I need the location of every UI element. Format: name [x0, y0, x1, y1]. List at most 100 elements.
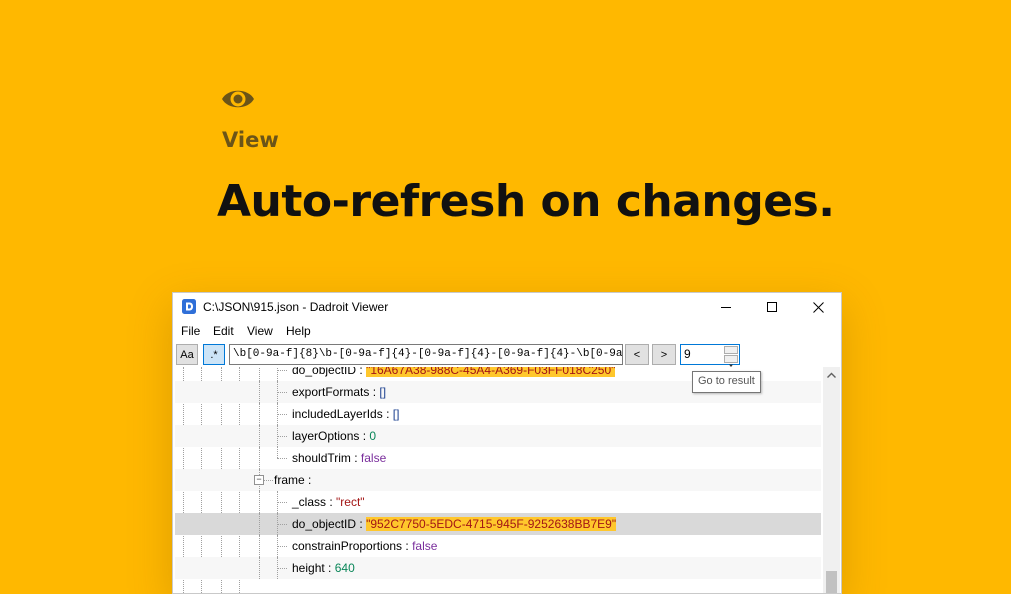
- node-value: []: [379, 385, 387, 399]
- decrement-button[interactable]: [724, 355, 738, 367]
- tree-row-selected[interactable]: do_objectID : "952C7750-5EDC-4715-945F-9…: [175, 513, 821, 535]
- tree-branch: [277, 524, 287, 525]
- maximize-icon: [767, 302, 777, 312]
- node-value: 640: [334, 561, 355, 575]
- tree-node: do_objectID : "952C7750-5EDC-4715-945F-9…: [292, 517, 617, 531]
- close-icon: [812, 301, 824, 313]
- scroll-up-icon[interactable]: [823, 367, 840, 384]
- minimize-button[interactable]: [703, 293, 749, 321]
- tree-branch: [259, 403, 260, 425]
- tree-branch: [259, 447, 260, 469]
- node-key: do_objectID: [292, 367, 357, 377]
- maximize-button[interactable]: [749, 293, 795, 321]
- tree-branch: [259, 381, 260, 403]
- tree-node: includedLayerIds : []: [292, 407, 399, 421]
- node-key: includedLayerIds: [292, 407, 383, 421]
- node-key: frame: [274, 473, 305, 487]
- search-toolbar: Aa .* \b[0-9a-f]{8}\b-[0-9a-f]{4}-[0-9a-…: [173, 341, 841, 367]
- node-key: layerOptions: [292, 429, 360, 443]
- node-key: exportFormats: [292, 385, 370, 399]
- node-key: do_objectID: [292, 517, 357, 531]
- node-separator: :: [356, 517, 367, 531]
- menu-view[interactable]: View: [247, 324, 273, 338]
- tree-row[interactable]: constrainProportions : false: [175, 535, 821, 557]
- minimize-icon: [721, 307, 731, 308]
- tree-node: frame :: [274, 473, 311, 487]
- tree-node: shouldTrim : false: [292, 451, 386, 465]
- tooltip: Go to result: [692, 371, 761, 393]
- tree-branch: [259, 513, 260, 535]
- tree-branch: [259, 425, 260, 447]
- node-separator: :: [326, 495, 337, 509]
- vertical-scrollbar[interactable]: [823, 367, 840, 593]
- tree-branch: [259, 491, 260, 513]
- tree-branch: [277, 447, 278, 458]
- scrollbar-thumb[interactable]: [826, 571, 837, 593]
- menu-help[interactable]: Help: [286, 324, 311, 338]
- result-number-value: 9: [684, 347, 691, 361]
- tree-row[interactable]: height : 640: [175, 557, 821, 579]
- node-value: false: [360, 451, 387, 465]
- result-number-input[interactable]: 9: [680, 344, 740, 367]
- tree-row[interactable]: − frame :: [175, 469, 821, 491]
- menu-edit[interactable]: Edit: [213, 324, 234, 338]
- previous-result-button[interactable]: <: [625, 344, 649, 365]
- node-value: "rect": [336, 495, 365, 509]
- tree-node: _class : "rect": [292, 495, 365, 509]
- match-case-button[interactable]: Aa: [176, 344, 198, 365]
- tree-branch: [277, 414, 287, 415]
- tree-branch: [259, 367, 260, 381]
- tree-branch: [277, 546, 287, 547]
- node-separator: :: [382, 407, 393, 421]
- tree-node: exportFormats : []: [292, 385, 386, 399]
- node-value: false: [412, 539, 438, 553]
- tree-branch: [277, 458, 287, 459]
- next-result-button[interactable]: >: [652, 344, 676, 365]
- tree-node: constrainProportions : false: [292, 539, 437, 553]
- node-separator: :: [402, 539, 413, 553]
- tree-branch: [259, 535, 260, 557]
- node-value: []: [392, 407, 400, 421]
- node-separator: :: [350, 451, 361, 465]
- node-value: "16A67A38-988C-45A4-A369-F03FF018C250": [366, 367, 616, 377]
- node-key: shouldTrim: [292, 451, 351, 465]
- tree-branch: [277, 370, 287, 371]
- node-separator: :: [359, 429, 370, 443]
- close-button[interactable]: [795, 293, 841, 321]
- tree-branch: [277, 568, 287, 569]
- node-value: 0: [369, 429, 377, 443]
- eye-icon: [220, 84, 256, 114]
- tree-node: height : 640: [292, 561, 355, 575]
- section-label: View: [222, 128, 279, 152]
- node-separator: :: [369, 385, 380, 399]
- tree-row[interactable]: _class : "rect": [175, 491, 821, 513]
- window-title: C:\JSON\915.json - Dadroit Viewer: [203, 300, 389, 314]
- tree-row[interactable]: includedLayerIds : []: [175, 403, 821, 425]
- tree-branch: [259, 557, 260, 579]
- collapse-toggle[interactable]: −: [254, 475, 264, 485]
- node-key: _class: [292, 495, 327, 509]
- regex-toggle-button[interactable]: .*: [203, 344, 225, 365]
- title-bar[interactable]: C:\JSON\915.json - Dadroit Viewer: [173, 293, 841, 321]
- menu-bar: File Edit View Help: [173, 321, 841, 341]
- node-key: constrainProportions: [292, 539, 403, 553]
- tree-branch: [277, 436, 287, 437]
- node-value: "952C7750-5EDC-4715-945F-9252638BB7E9": [366, 517, 617, 531]
- node-separator: :: [304, 473, 312, 487]
- menu-file[interactable]: File: [181, 324, 200, 338]
- node-key: height: [292, 561, 325, 575]
- app-logo-icon: [182, 299, 196, 314]
- increment-button[interactable]: [724, 346, 738, 359]
- tree-node: layerOptions : 0: [292, 429, 376, 443]
- tree-node: do_objectID : "16A67A38-988C-45A4-A369-F…: [292, 367, 616, 377]
- tree-branch: [277, 502, 287, 503]
- tree-row[interactable]: shouldTrim : false: [175, 447, 821, 469]
- tree-row[interactable]: layerOptions : 0: [175, 425, 821, 447]
- app-window: C:\JSON\915.json - Dadroit Viewer File E…: [172, 292, 842, 594]
- json-tree[interactable]: do_objectID : "16A67A38-988C-45A4-A369-F…: [173, 367, 823, 593]
- node-separator: :: [356, 367, 367, 377]
- node-separator: :: [324, 561, 335, 575]
- search-input[interactable]: \b[0-9a-f]{8}\b-[0-9a-f]{4}-[0-9a-f]{4}-…: [229, 344, 623, 365]
- headline: Auto-refresh on changes.: [217, 176, 835, 227]
- tree-branch: [277, 392, 287, 393]
